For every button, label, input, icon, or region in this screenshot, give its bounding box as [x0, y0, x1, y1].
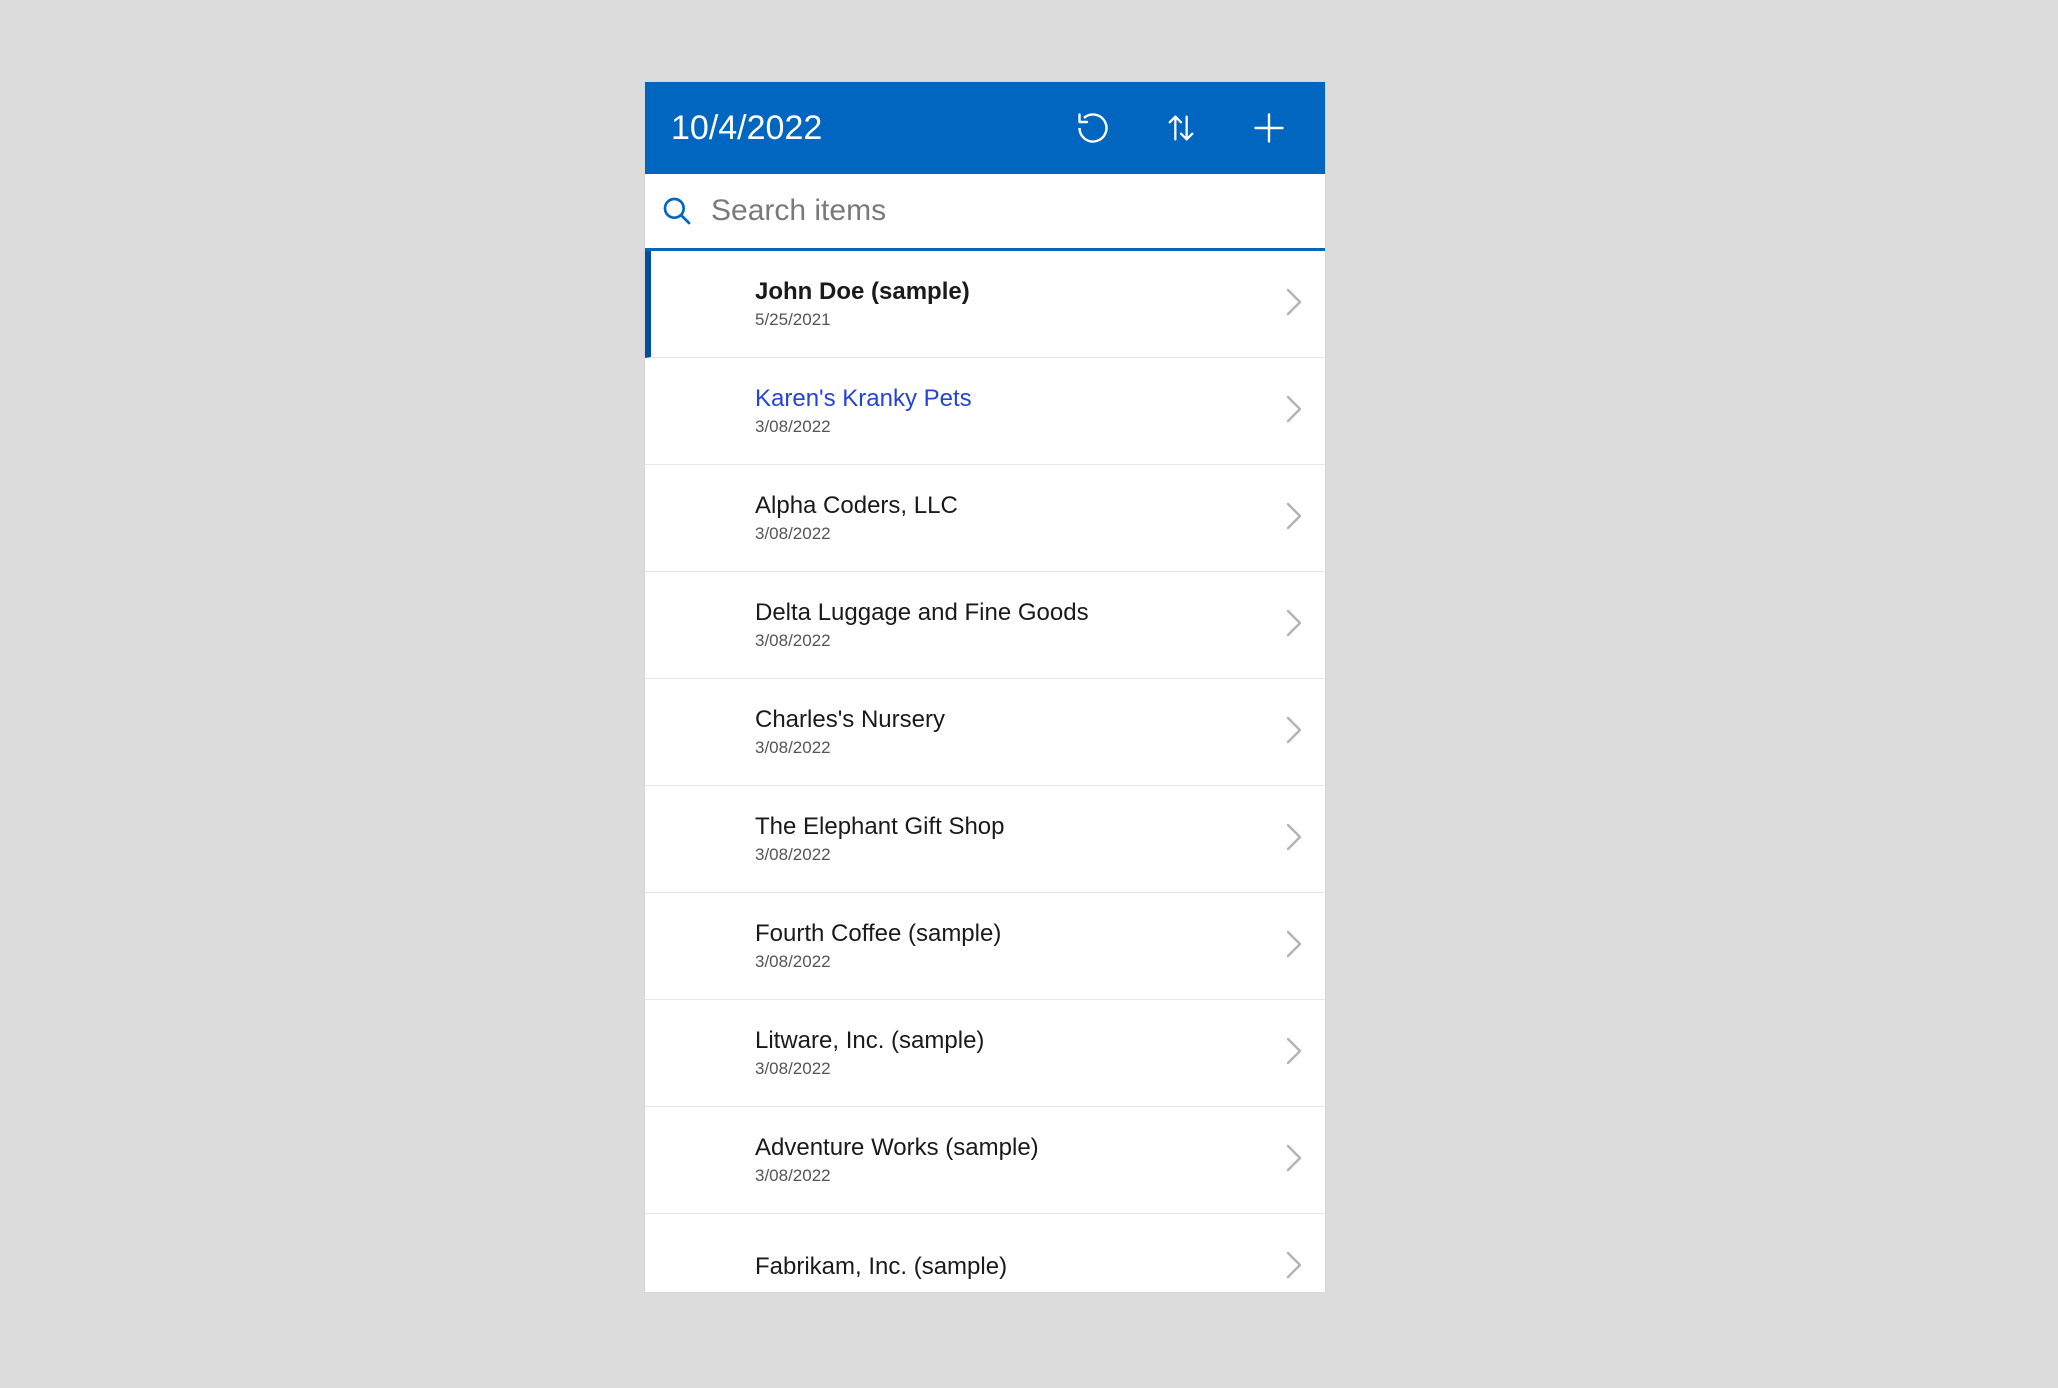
list-item[interactable]: Charles's Nursery 3/08/2022	[645, 679, 1325, 786]
list-item-title: Fourth Coffee (sample)	[755, 920, 1285, 949]
list-item-date: 3/08/2022	[755, 952, 1285, 972]
list-item-text: Karen's Kranky Pets 3/08/2022	[755, 385, 1285, 438]
list-item-date: 3/08/2022	[755, 738, 1285, 758]
refresh-icon	[1075, 110, 1111, 146]
list-item-text: Litware, Inc. (sample) 3/08/2022	[755, 1027, 1285, 1080]
list-item-title: John Doe (sample)	[755, 278, 1285, 307]
chevron-right-icon	[1285, 1036, 1303, 1071]
list-item-text: Delta Luggage and Fine Goods 3/08/2022	[755, 599, 1285, 652]
list-item-text: Fourth Coffee (sample) 3/08/2022	[755, 920, 1285, 973]
list-item[interactable]: Litware, Inc. (sample) 3/08/2022	[645, 1000, 1325, 1107]
list-item-title: Adventure Works (sample)	[755, 1134, 1285, 1163]
chevron-right-icon	[1285, 822, 1303, 857]
list-item-title: Alpha Coders, LLC	[755, 492, 1285, 521]
refresh-button[interactable]	[1069, 104, 1117, 152]
list-item-title: Fabrikam, Inc. (sample)	[755, 1253, 1285, 1282]
chevron-right-icon	[1285, 501, 1303, 536]
list-item-text: John Doe (sample) 5/25/2021	[755, 278, 1285, 331]
header-actions	[1069, 104, 1293, 152]
search-bar[interactable]	[645, 174, 1325, 251]
list-item-text: Adventure Works (sample) 3/08/2022	[755, 1134, 1285, 1187]
list-item-title: Karen's Kranky Pets	[755, 385, 1285, 414]
list-item[interactable]: Alpha Coders, LLC 3/08/2022	[645, 465, 1325, 572]
list-item-text: Charles's Nursery 3/08/2022	[755, 706, 1285, 759]
list-item-text: The Elephant Gift Shop 3/08/2022	[755, 813, 1285, 866]
search-input[interactable]	[709, 193, 1309, 229]
list-item-date: 3/08/2022	[755, 417, 1285, 437]
list-item-title: The Elephant Gift Shop	[755, 813, 1285, 842]
list-item[interactable]: The Elephant Gift Shop 3/08/2022	[645, 786, 1325, 893]
list-item-date: 3/08/2022	[755, 631, 1285, 651]
items-list: John Doe (sample) 5/25/2021 Karen's Kranky…	[645, 251, 1325, 1292]
list-item-date: 5/25/2021	[755, 310, 1285, 330]
list-item-title: Delta Luggage and Fine Goods	[755, 599, 1285, 628]
sort-icon	[1164, 108, 1198, 148]
sort-button[interactable]	[1157, 104, 1205, 152]
chevron-right-icon	[1285, 1250, 1303, 1285]
list-item-title: Charles's Nursery	[755, 706, 1285, 735]
chevron-right-icon	[1285, 608, 1303, 643]
list-item[interactable]: Delta Luggage and Fine Goods 3/08/2022	[645, 572, 1325, 679]
list-item[interactable]: John Doe (sample) 5/25/2021	[645, 251, 1325, 358]
search-icon	[661, 195, 693, 227]
list-item-date: 3/08/2022	[755, 1059, 1285, 1079]
chevron-right-icon	[1285, 929, 1303, 964]
chevron-right-icon	[1285, 287, 1303, 322]
list-item-date: 3/08/2022	[755, 1166, 1285, 1186]
list-item[interactable]: Fabrikam, Inc. (sample)	[645, 1214, 1325, 1292]
chevron-right-icon	[1285, 1143, 1303, 1178]
list-item-title: Litware, Inc. (sample)	[755, 1027, 1285, 1056]
header-bar: 10/4/2022	[645, 82, 1325, 174]
add-button[interactable]	[1245, 104, 1293, 152]
header-title: 10/4/2022	[671, 109, 1069, 148]
app-frame: 10/4/2022	[645, 82, 1325, 1292]
plus-icon	[1251, 110, 1287, 146]
list-item[interactable]: Fourth Coffee (sample) 3/08/2022	[645, 893, 1325, 1000]
list-item-text: Alpha Coders, LLC 3/08/2022	[755, 492, 1285, 545]
chevron-right-icon	[1285, 715, 1303, 750]
list-item-text: Fabrikam, Inc. (sample)	[755, 1253, 1285, 1282]
list-item[interactable]: Karen's Kranky Pets 3/08/2022	[645, 358, 1325, 465]
list-item[interactable]: Adventure Works (sample) 3/08/2022	[645, 1107, 1325, 1214]
list-item-date: 3/08/2022	[755, 524, 1285, 544]
chevron-right-icon	[1285, 394, 1303, 429]
list-item-date: 3/08/2022	[755, 845, 1285, 865]
